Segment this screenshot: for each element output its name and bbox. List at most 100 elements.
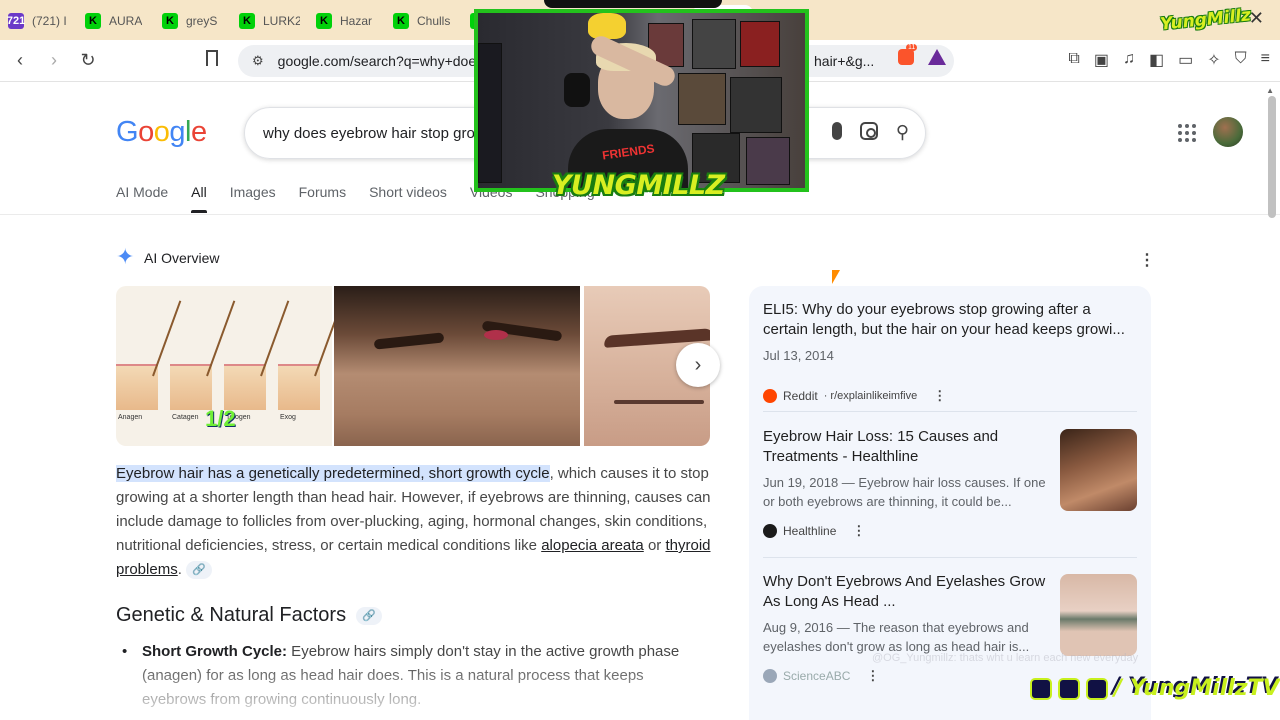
source-site: Reddit · r/explainlikeimfive ⋮: [763, 388, 946, 404]
tab-title: Chulls: [417, 14, 451, 28]
media-icon[interactable]: ♫: [1123, 50, 1135, 70]
source-site-name: Healthline: [783, 524, 837, 538]
reading-mode-icon[interactable]: ▣: [1094, 50, 1109, 70]
search-icon[interactable]: ⚲: [896, 122, 909, 143]
source-divider: [763, 411, 1137, 412]
google-apps-icon[interactable]: [1178, 124, 1196, 142]
tab-ai-mode[interactable]: AI Mode: [116, 184, 168, 213]
chevron-right-icon: ›: [694, 353, 702, 376]
google-logo[interactable]: Google: [116, 116, 207, 149]
source-title[interactable]: Eyebrow Hair Loss: 15 Causes and Treatme…: [763, 427, 1043, 467]
tabs-divider: [0, 214, 1280, 215]
tab-all[interactable]: All: [191, 184, 207, 213]
diagram-panel: [170, 364, 212, 410]
logo-letter: o: [138, 116, 154, 148]
chat-message-overlay: @OG_Yungmillz: thats wht u learn each ne…: [872, 652, 1139, 664]
source-card-healthline[interactable]: Eyebrow Hair Loss: 15 Causes and Treatme…: [763, 427, 1137, 538]
source-date: Jul 13, 2014: [763, 348, 834, 363]
brave-rewards-icon[interactable]: [928, 49, 946, 65]
highlighted-sentence[interactable]: Eyebrow hair has a genetically predeterm…: [116, 465, 550, 482]
toolbar-right-icons: ⧉ ▣ ♫ ◧ ▭ ✧ ⛉ ≡: [1068, 50, 1270, 70]
socials-overlay: / YungMillzTV: [1030, 676, 1280, 701]
diagram-panel: [224, 364, 266, 410]
browser-tab[interactable]: K Hazar: [308, 5, 385, 37]
account-avatar[interactable]: [1213, 117, 1243, 147]
browser-tab[interactable]: 721 (721) I: [0, 5, 77, 37]
source-menu-icon[interactable]: ⋮: [933, 388, 946, 404]
bookmark-icon[interactable]: [206, 50, 218, 66]
paragraph-end: .: [177, 561, 182, 578]
source-link-icon[interactable]: 🔗: [186, 561, 213, 580]
kick-icon: K: [239, 13, 255, 29]
logo-letter: o: [153, 116, 170, 148]
browser-tab[interactable]: K AURA: [77, 5, 154, 37]
twitch-icon: 721: [6, 13, 26, 29]
source-site: ScienceABC ⋮: [763, 668, 879, 684]
kick-icon: K: [393, 13, 409, 29]
twitter-icon: [1058, 677, 1080, 700]
extensions-icon[interactable]: ⧉: [1068, 50, 1079, 70]
source-card-scienceabc[interactable]: Why Don't Eyebrows And Eyelashes Grow As…: [763, 572, 1137, 683]
gemini-sparkle-icon: [116, 244, 136, 270]
tab-title: LURK2: [263, 14, 300, 28]
microphone-icon[interactable]: [831, 122, 842, 140]
bullet-title: Short Growth Cycle:: [142, 643, 288, 660]
eyebrow-injury-image[interactable]: [334, 286, 580, 446]
source-path: · r/explainlikeimfive: [823, 390, 918, 402]
headphones: [564, 73, 590, 107]
vpn-shield-icon[interactable]: ⛉: [1235, 50, 1247, 70]
leo-ai-icon[interactable]: ✧: [1207, 50, 1220, 70]
menu-icon[interactable]: ≡: [1261, 50, 1270, 70]
logo-letter: G: [116, 116, 139, 148]
alopecia-link[interactable]: alopecia areata: [541, 537, 644, 554]
page-scrollbar[interactable]: [1268, 96, 1276, 218]
source-menu-icon[interactable]: ⋮: [852, 523, 865, 539]
screen: 721 (721) I K AURA KgreyS K LURK2 K Hazar K Chulls…: [0, 0, 1280, 720]
source-title[interactable]: Why Don't Eyebrows And Eyelashes Grow As…: [763, 572, 1053, 612]
search-query-text: why does eyebrow hair stop gro: [263, 124, 475, 142]
wallet-icon[interactable]: ▭: [1178, 50, 1193, 70]
healthline-thumbnail[interactable]: [1060, 429, 1137, 511]
reddit-icon: [763, 389, 777, 403]
source-snippet: Jun 19, 2018 — Eyebrow hair loss causes.…: [763, 475, 1046, 509]
tab-forums[interactable]: Forums: [299, 184, 346, 213]
streamer-name-overlay: YUNGMILLZ: [552, 170, 725, 201]
site-settings-icon[interactable]: ⚙: [252, 53, 264, 69]
tab-images[interactable]: Images: [230, 184, 276, 213]
source-title[interactable]: ELI5: Why do your eyebrows stop growing …: [763, 300, 1137, 340]
diagram-phase-label: Exog: [280, 414, 296, 421]
scienceabc-thumbnail[interactable]: [1060, 574, 1137, 656]
url-text: google.com/search?q=why+does+: [277, 53, 492, 69]
webcam-overlay: FRIENDS: [474, 9, 809, 192]
carousel-next-button[interactable]: ›: [676, 343, 720, 387]
brave-shields-icon[interactable]: [898, 49, 914, 65]
scroll-up-arrow[interactable]: ▲: [1266, 86, 1274, 95]
ai-overview-paragraph: Eyebrow hair has a genetically predeterm…: [116, 462, 716, 582]
source-menu-icon[interactable]: ⋮: [866, 668, 879, 684]
search-box-icons: ⚲: [831, 122, 909, 143]
reload-icon[interactable]: ↻: [74, 50, 102, 71]
source-card-reddit[interactable]: ELI5: Why do your eyebrows stop growing …: [763, 300, 1137, 403]
camera-overlay-top: [544, 0, 722, 8]
logo-letter: e: [190, 116, 207, 148]
url-text-tail: hair+&g...: [814, 53, 875, 69]
more-options-icon[interactable]: ⋮: [1139, 250, 1155, 270]
section-link-icon[interactable]: 🔗: [356, 606, 383, 625]
tab-title: greyS: [186, 14, 218, 28]
tiktok-icon: [1086, 677, 1108, 700]
browser-tab[interactable]: K LURK2: [231, 5, 308, 37]
diagram-panel: [116, 364, 158, 410]
google-lens-icon[interactable]: [859, 122, 878, 140]
back-arrow-icon[interactable]: ‹: [6, 50, 34, 71]
source-site-name: ScienceABC: [783, 669, 851, 683]
sidebar-icon[interactable]: ◧: [1149, 50, 1164, 70]
browser-tab[interactable]: K Chulls: [385, 5, 462, 37]
forward-arrow-icon[interactable]: ›: [40, 50, 68, 71]
browser-tab[interactable]: KgreyS: [154, 5, 231, 37]
tab-title: Hazar: [340, 14, 373, 28]
diagram-phase-label: Anagen: [118, 414, 143, 421]
logo-letter: g: [169, 116, 185, 148]
tab-title: (721) I: [32, 14, 67, 28]
source-snippet: Aug 9, 2016 — The reason that eyebrows a…: [763, 620, 1030, 654]
tab-short-videos[interactable]: Short videos: [369, 184, 447, 213]
